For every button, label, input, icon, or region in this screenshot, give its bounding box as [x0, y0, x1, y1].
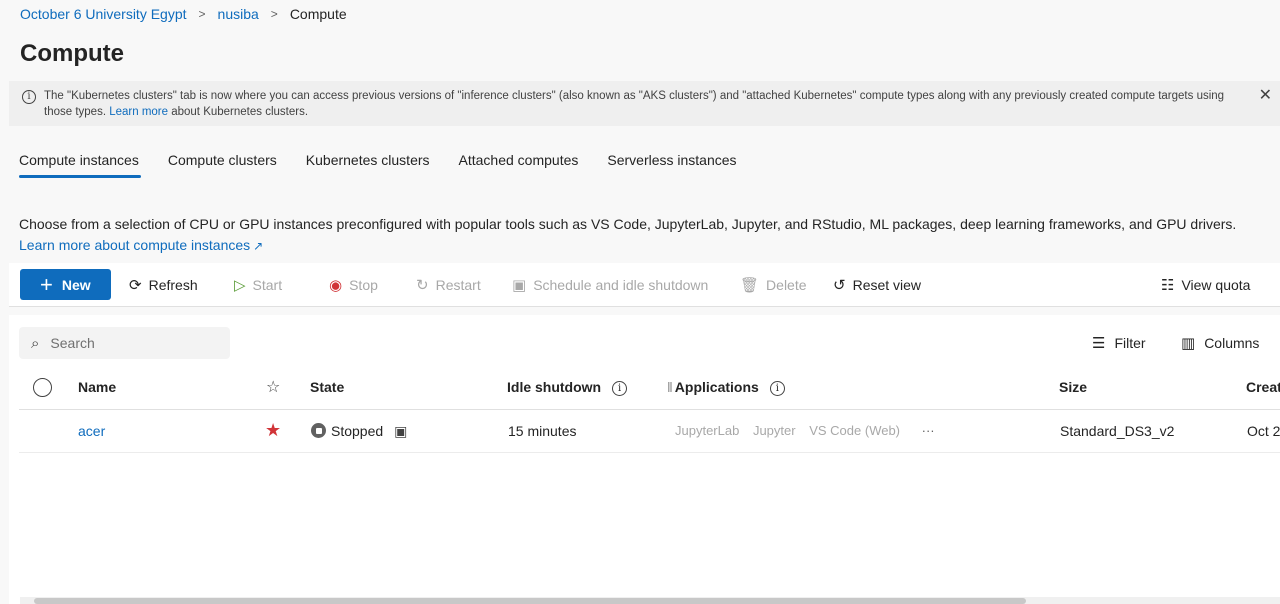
- column-resize-handle[interactable]: ‖: [667, 379, 673, 395]
- notice-learn-more-link[interactable]: Learn more: [109, 106, 168, 118]
- description-text: Choose from a selection of CPU or GPU in…: [19, 216, 1237, 232]
- breadcrumb-workspace[interactable]: nusiba: [218, 6, 259, 22]
- applications-cell: JupyterLab Jupyter VS Code (Web) ···: [675, 423, 945, 438]
- external-link-icon: ↗: [253, 239, 264, 253]
- idle-shutdown-value: 15 minutes: [508, 423, 577, 439]
- info-notice-banner: i The "Kubernetes clusters" tab is now w…: [9, 81, 1280, 126]
- size-value: Standard_DS3_v2: [1060, 423, 1175, 439]
- search-icon: ⌕: [31, 334, 40, 352]
- select-all-checkbox[interactable]: [33, 378, 52, 397]
- view-quota-button[interactable]: ☷ View quota: [1161, 269, 1250, 300]
- compute-instances-description: Choose from a selection of CPU or GPU in…: [19, 214, 1274, 257]
- tab-kubernetes-clusters[interactable]: Kubernetes clusters: [306, 150, 430, 176]
- filter-icon: ☰: [1092, 335, 1106, 352]
- filter-button-label: Filter: [1114, 335, 1146, 351]
- quota-list-icon: ☷: [1161, 276, 1175, 294]
- search-input[interactable]: ⌕ Search: [19, 327, 230, 359]
- info-icon[interactable]: i: [769, 381, 785, 396]
- plus-icon: +: [40, 271, 53, 297]
- instance-name[interactable]: acer: [78, 423, 105, 439]
- restart-icon: ↻: [416, 276, 429, 294]
- learn-more-compute-link[interactable]: Learn more about compute instances: [19, 237, 250, 253]
- start-button-label: Start: [252, 276, 283, 293]
- new-button-label: New: [61, 276, 91, 293]
- search-placeholder: Search: [50, 335, 95, 351]
- app-jupyter-link[interactable]: Jupyter: [753, 423, 796, 438]
- column-header-size[interactable]: Size: [1059, 379, 1087, 395]
- close-icon[interactable]: ✕: [1259, 88, 1272, 104]
- favorite-column-star-icon[interactable]: ☆: [266, 377, 280, 397]
- stop-button[interactable]: ◉ Stop: [329, 269, 378, 300]
- tab-compute-instances[interactable]: Compute instances: [19, 150, 141, 178]
- columns-icon: ▥: [1181, 335, 1196, 352]
- view-quota-button-label: View quota: [1181, 276, 1251, 293]
- columns-button-label: Columns: [1204, 335, 1260, 351]
- calendar-clock-icon[interactable]: ▣: [394, 423, 407, 439]
- column-header-created[interactable]: Creat: [1246, 379, 1280, 395]
- calendar-clock-icon: ▣: [512, 276, 527, 294]
- trash-icon: 🗑: [740, 276, 760, 294]
- filter-button[interactable]: ☰ Filter: [1092, 334, 1146, 352]
- stop-button-label: Stop: [349, 276, 378, 293]
- reset-view-button-label: Reset view: [852, 276, 922, 293]
- tab-compute-clusters[interactable]: Compute clusters: [168, 150, 277, 176]
- notice-text-end: about Kubernetes clusters.: [168, 106, 309, 118]
- start-button[interactable]: ▷ Start: [234, 269, 282, 300]
- state-label: Stopped: [331, 423, 384, 439]
- chevron-right-icon: >: [270, 7, 278, 21]
- column-header-name[interactable]: Name: [78, 379, 116, 395]
- delete-button-label: Delete: [766, 276, 807, 293]
- columns-button[interactable]: ▥ Columns: [1181, 334, 1259, 352]
- favorite-star-icon[interactable]: ★: [265, 420, 281, 441]
- delete-button[interactable]: 🗑 Delete: [740, 269, 807, 300]
- stopped-status-icon: [311, 423, 326, 438]
- compute-instances-list: ⌕ Search ☰ Filter ▥ Columns Name ☆ State…: [9, 315, 1280, 604]
- header-divider: [19, 409, 1280, 410]
- stop-icon: ◉: [329, 276, 343, 294]
- schedule-shutdown-button[interactable]: ▣ Schedule and idle shutdown: [512, 269, 708, 300]
- refresh-button[interactable]: ⟳ Refresh: [129, 269, 198, 300]
- row-divider: [19, 452, 1280, 453]
- info-icon[interactable]: i: [612, 381, 628, 396]
- refresh-button-label: Refresh: [148, 276, 198, 293]
- more-apps-icon[interactable]: ···: [922, 423, 935, 438]
- schedule-button-label: Schedule and idle shutdown: [533, 276, 709, 293]
- new-button[interactable]: + New: [20, 269, 111, 300]
- refresh-icon: ⟳: [129, 276, 142, 294]
- chevron-right-icon: >: [198, 7, 206, 21]
- breadcrumb-workspace-org[interactable]: October 6 University Egypt: [20, 6, 187, 22]
- tab-attached-computes[interactable]: Attached computes: [459, 150, 579, 176]
- reset-view-button[interactable]: ↺ Reset view: [833, 269, 921, 300]
- app-vscode-link[interactable]: VS Code (Web): [809, 423, 900, 438]
- horizontal-scrollbar-thumb[interactable]: [34, 598, 1026, 604]
- instance-state: Stopped ▣: [311, 423, 407, 440]
- page-title: Compute: [20, 40, 124, 67]
- tab-serverless-instances[interactable]: Serverless instances: [607, 150, 736, 176]
- play-icon: ▷: [234, 276, 246, 294]
- breadcrumb-current: Compute: [289, 6, 347, 22]
- column-header-applications[interactable]: ‖ Applications i: [667, 379, 785, 396]
- app-jupyterlab-link[interactable]: JupyterLab: [675, 423, 739, 438]
- applications-header-label: Applications: [674, 379, 759, 395]
- column-header-state[interactable]: State: [310, 379, 344, 395]
- column-header-idle-shutdown[interactable]: Idle shutdown i: [507, 379, 628, 396]
- reset-icon: ↺: [833, 276, 846, 294]
- created-value: Oct 2: [1247, 423, 1280, 439]
- info-icon: i: [22, 90, 36, 104]
- instance-name-link[interactable]: acer: [78, 423, 105, 439]
- breadcrumb: October 6 University Egypt > nusiba > Co…: [20, 4, 347, 24]
- restart-button-label: Restart: [435, 276, 481, 293]
- compute-tabs: Compute instances Compute clusters Kuber…: [19, 150, 766, 178]
- idle-shutdown-header-label: Idle shutdown: [507, 379, 602, 395]
- command-toolbar: + New ⟳ Refresh ▷ Start ◉ Stop ↻ Restart…: [9, 263, 1280, 307]
- restart-button[interactable]: ↻ Restart: [416, 269, 481, 300]
